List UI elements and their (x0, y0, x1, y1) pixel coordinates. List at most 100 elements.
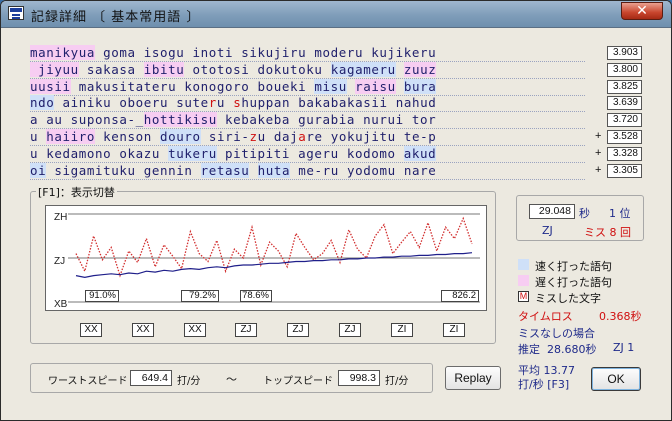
top-speed-unit: 打/分 (385, 376, 409, 387)
plus-marker: + (595, 163, 602, 176)
text-segment (347, 79, 355, 94)
rank-box: ZJ (235, 323, 257, 337)
y-label-zh: ZH (54, 212, 68, 223)
plus-marker: + (595, 146, 602, 159)
slow-legend-label: 遅く打った語句 (535, 276, 612, 289)
text-segment: me-ru yodomu nare (290, 162, 437, 178)
fast-segment: misu (314, 78, 347, 94)
line-speed-value: 3.800 (607, 62, 642, 77)
window-title: 記録詳細 〔 基本常用語 〕 (31, 10, 201, 25)
fast-segment: oi (30, 162, 47, 178)
slow-segment: zuuz (403, 61, 437, 77)
rank-box: ZI (391, 323, 413, 337)
slow-segment: uusii (30, 78, 71, 94)
fast-segment: douro (160, 129, 201, 144)
title-bar[interactable]: 記録詳細 〔 基本常用語 〕 ✕ (1, 1, 671, 28)
text-segment (396, 62, 404, 77)
fast-segment: retasu (200, 162, 250, 178)
text-line: uusii makusitateru konogoro boueki misu … (30, 78, 585, 96)
fast-segment: kagameru (330, 61, 396, 77)
fast-segment: ndo (30, 95, 55, 111)
text-segment: kenson (95, 129, 161, 144)
average-series-line (75, 252, 473, 279)
rank-box: XX (80, 323, 102, 337)
slow-segment: hottikisu (143, 112, 217, 128)
rate-box-4: 826.2 (441, 290, 479, 302)
rank-box: ZJ (339, 323, 361, 337)
top-speed-value: 998.3 (338, 370, 380, 386)
line-speed-value: 3.305 (607, 163, 642, 178)
rank-box: ZJ (287, 323, 309, 337)
miss-count: ミス 8 回 (584, 226, 631, 239)
slow-segment: ibitu (143, 61, 185, 77)
estimate-rank: ZJ 1 (613, 341, 635, 354)
text-segment: u kedamono okazu (30, 145, 169, 161)
miss-legend-marker: M (518, 291, 529, 302)
text-segment: sakasa (78, 61, 144, 77)
fast-segment: tukeru (168, 145, 217, 161)
text-segment: re yokujitu te-p (306, 129, 437, 144)
text-segment: makusitateru konogoro boueki (70, 78, 315, 94)
line-speed-value: 3.528 (607, 130, 642, 144)
text-segment (249, 163, 257, 178)
ok-button[interactable]: OK (591, 367, 641, 391)
time-unit: 秒 (579, 207, 590, 220)
speed-series-line (75, 216, 473, 278)
text-segment: huppan bakabakasii nahud (241, 95, 437, 111)
estimate-label: 推定 (518, 343, 540, 356)
rate-box-2: 79.2% (181, 290, 219, 302)
text-line: jiyuu sakasa ibitu ototosi dokutoku kaga… (30, 61, 585, 79)
range-tilde: 〜 (226, 373, 237, 386)
y-label-xb: XB (54, 299, 68, 310)
chart-toggle-label: [F1]：表示切替 (36, 184, 117, 200)
line-speed-value: 3.328 (607, 146, 642, 161)
slow-segment: jiyuu (30, 61, 79, 77)
slow-legend-swatch (518, 275, 529, 286)
text-segment: u daj (257, 129, 299, 144)
rank-box: XX (132, 323, 154, 337)
worst-speed-unit: 打/分 (177, 376, 201, 387)
worst-speed-value: 649.4 (130, 370, 172, 386)
miss-legend-label: ミスした文字 (535, 292, 601, 305)
time-value: 29.048 (529, 204, 575, 219)
plus-marker: + (595, 130, 602, 142)
estimate-value: 28.680秒 (547, 343, 597, 356)
slow-segment: manikyua (30, 45, 96, 60)
text-segment: ainiku oboeru sute (54, 95, 209, 111)
text-line: u haiiro kenson douro siri-zu dajare yok… (30, 129, 585, 146)
slow-segment: haiiro (46, 129, 96, 144)
replay-button[interactable]: Replay (445, 366, 501, 390)
text-line: u kedamono okazu tukeru pitipiti ageru k… (30, 145, 585, 163)
text-segment: kebakeba gurabia nurui tor (216, 112, 437, 128)
fast-legend-swatch (518, 259, 529, 270)
rank-box: XX (184, 323, 206, 337)
text-line: a au suponsa-_hottikisu kebakeba gurabia… (30, 112, 585, 130)
fast-legend-label: 速く打った語句 (535, 260, 612, 273)
rank-label: ZJ (542, 224, 553, 237)
text-segment: u (30, 129, 47, 144)
miss-segment: z (249, 129, 258, 144)
text-line: manikyua goma isogu inoti sikujiru moder… (30, 45, 585, 62)
rank-position: 1 位 (609, 207, 631, 220)
text-segment: sigamituku gennin (46, 162, 201, 178)
text-line: ndo ainiku oboeru suteru shuppan bakabak… (30, 95, 585, 113)
fast-segment: akud (403, 145, 437, 161)
text-segment: goma isogu inoti sikujiru moderu kujiker… (95, 45, 437, 60)
text-segment (396, 79, 404, 94)
timeloss-value: 0.368秒 (599, 310, 642, 323)
rate-box-3: 78.6% (240, 290, 272, 302)
fast-segment: bura (403, 78, 437, 94)
fast-segment: huta (257, 162, 291, 178)
text-segment: ototosi dokutoku (184, 61, 331, 77)
line-speed-value: 3.720 (607, 113, 642, 128)
close-button[interactable]: ✕ (621, 2, 663, 20)
y-label-zj: ZJ (54, 256, 66, 267)
record-detail-window: 記録詳細 〔 基本常用語 〕 ✕ manikyua goma isogu ino… (0, 0, 672, 421)
average-line2: 打/秒 [F3] (518, 378, 570, 391)
text-segment: a au suponsa-_ (30, 112, 144, 128)
app-icon (8, 6, 24, 20)
miss-segment: r (208, 95, 217, 111)
rank-box: ZI (443, 323, 465, 337)
text-segment: siri- (200, 129, 250, 144)
worst-speed-label: ワーストスピード 1 (48, 376, 138, 387)
